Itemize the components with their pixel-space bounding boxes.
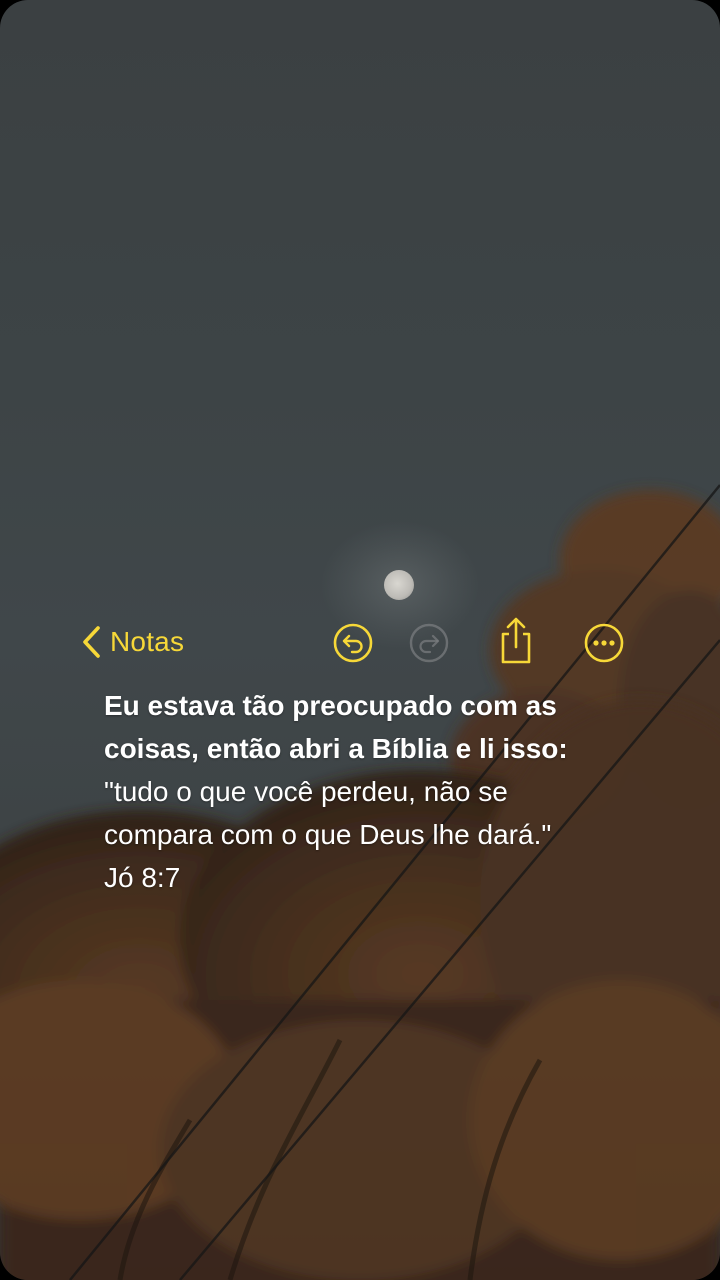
- note-body[interactable]: Eu estava tão preocupado com as coisas, …: [104, 684, 664, 899]
- back-label: Notas: [110, 626, 185, 657]
- redo-button[interactable]: [408, 622, 450, 664]
- phone-screen: Notas Eu estava tão preocupado com as co…: [0, 0, 720, 1280]
- share-icon: [501, 617, 531, 664]
- moon: [384, 570, 414, 600]
- note-quote-line-2: compara com o que Deus lhe dará.": [104, 819, 552, 850]
- back-to-notes-button[interactable]: Notas: [80, 620, 184, 664]
- note-heading-line-1: Eu estava tão preocupado com as: [104, 690, 557, 721]
- notes-toolbar: Notas: [0, 612, 720, 672]
- chevron-left-icon: [83, 626, 100, 658]
- share-button[interactable]: [495, 616, 537, 664]
- undo-button[interactable]: [332, 622, 374, 664]
- redo-icon: [409, 623, 449, 663]
- more-button[interactable]: [583, 622, 625, 664]
- note-heading-line-2: coisas, então abri a Bíblia e li isso:: [104, 733, 568, 764]
- undo-icon: [333, 623, 373, 663]
- note-quote-line-1: "tudo o que você perdeu, não se: [104, 776, 508, 807]
- more-icon: [584, 623, 624, 663]
- note-reference: Jó 8:7: [104, 862, 181, 893]
